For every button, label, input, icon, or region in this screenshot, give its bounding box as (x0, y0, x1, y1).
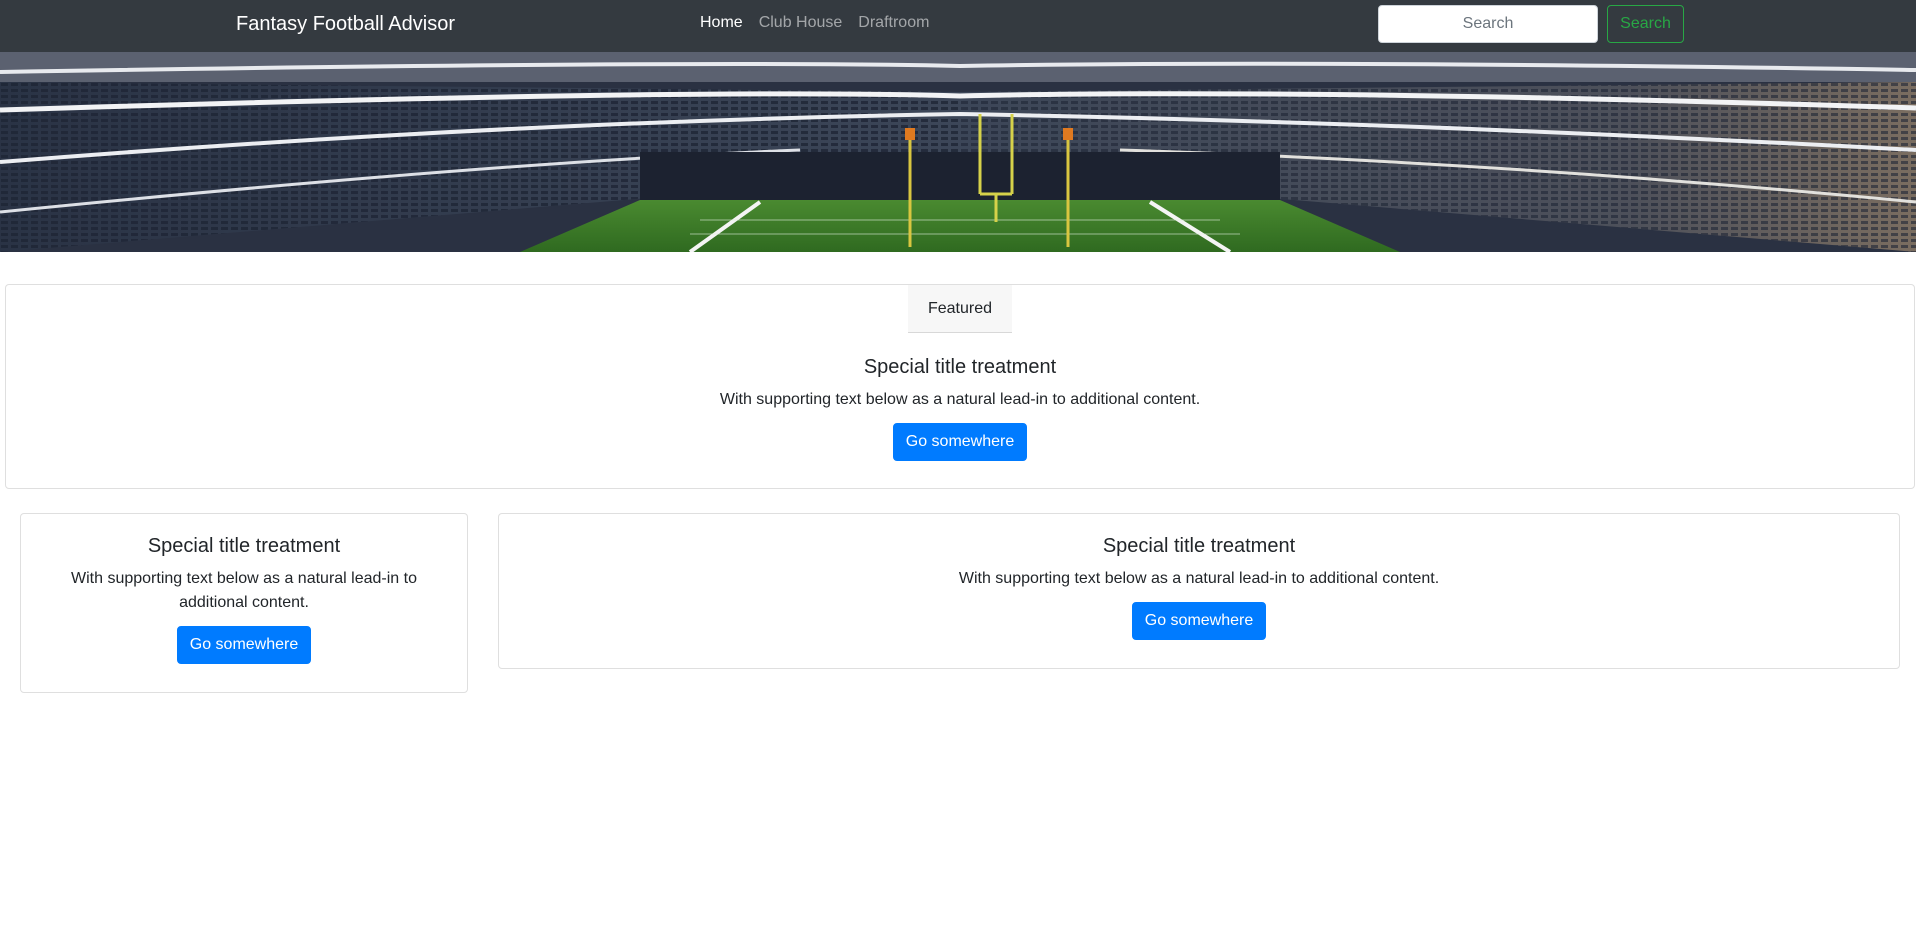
nav-link-draftroom[interactable]: Draftroom (858, 13, 929, 33)
card-title: Special title treatment (863, 356, 1057, 378)
search-button[interactable]: Search (1607, 5, 1684, 43)
card-text: With supporting text below as a natural … (719, 391, 1201, 408)
search-input[interactable] (1378, 5, 1598, 43)
wide-card-body: Special title treatment With supporting … (499, 534, 1899, 640)
go-somewhere-button[interactable]: Go somewhere (1131, 602, 1267, 640)
wide-card: Special title treatment With supporting … (498, 513, 1900, 669)
go-somewhere-button[interactable]: Go somewhere (892, 423, 1028, 461)
brand-link[interactable]: Fantasy Football Advisor (236, 11, 455, 37)
stadium-illustration (0, 52, 1916, 252)
card-header-featured: Featured (908, 285, 1012, 333)
card-title: Special title treatment (147, 535, 341, 557)
nav-links: Home Club House Draftroom (700, 13, 929, 33)
small-card-body: Special title treatment With supporting … (61, 534, 427, 664)
go-somewhere-button[interactable]: Go somewhere (176, 626, 312, 664)
card-text: With supporting text below as a natural … (71, 570, 417, 611)
nav-link-club-house[interactable]: Club House (759, 13, 843, 33)
featured-card-body: Special title treatment With supporting … (6, 355, 1914, 461)
card-title: Special title treatment (1102, 535, 1296, 557)
featured-card: Featured Special title treatment With su… (5, 284, 1915, 489)
nav-link-home[interactable]: Home (700, 13, 743, 33)
small-card: Special title treatment With supporting … (20, 513, 468, 693)
navbar: Fantasy Football Advisor Home Club House… (0, 0, 1916, 52)
stadium-banner-image (0, 52, 1916, 252)
card-text: With supporting text below as a natural … (958, 570, 1440, 587)
